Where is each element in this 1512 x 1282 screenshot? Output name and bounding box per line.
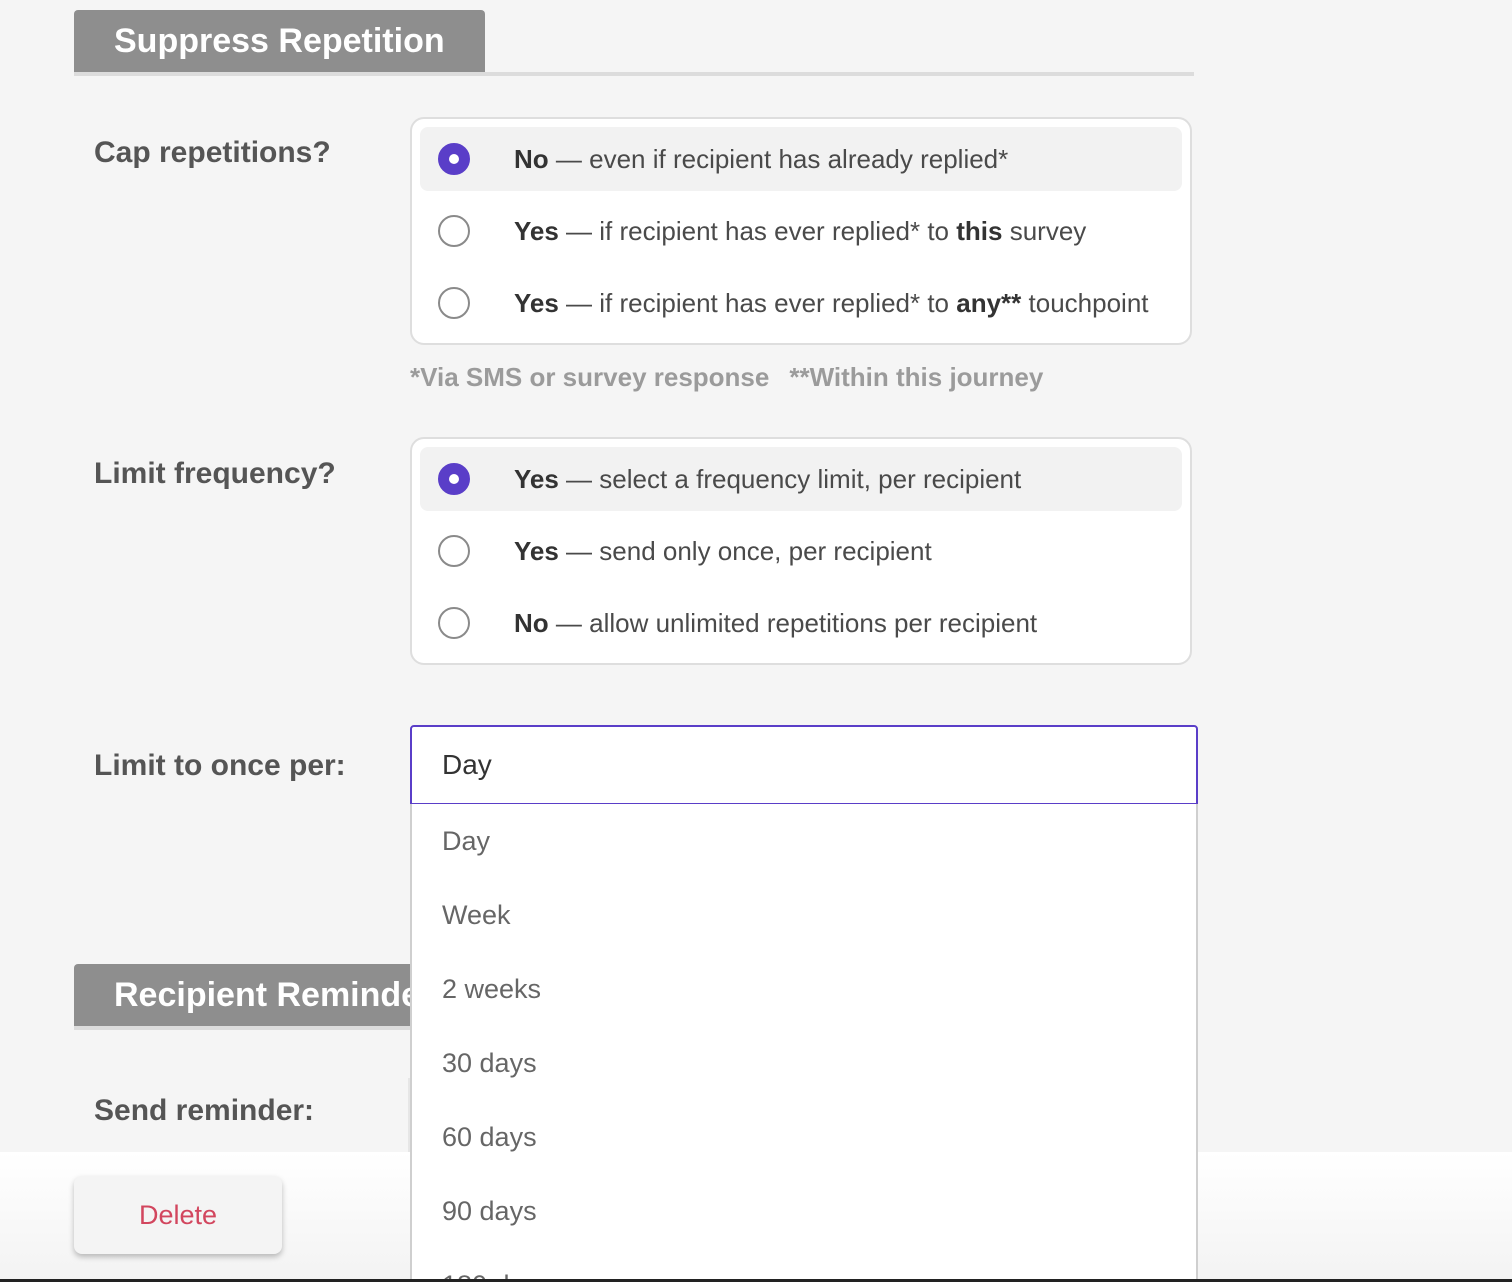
option-lead: Yes (514, 215, 559, 246)
option-text: — select a frequency limit, per recipien… (558, 463, 1022, 494)
cap-option-no[interactable]: No — even if recipient has already repli… (420, 127, 1182, 191)
frequency-option-select-limit[interactable]: Yes — select a frequency limit, per reci… (420, 447, 1182, 511)
dropdown-option[interactable]: 60 days (412, 1100, 1196, 1174)
limit-per-label: Limit to once per: (94, 749, 346, 782)
limit-per-dropdown-menu: Day Week 2 weeks 30 days 60 days 90 days… (410, 804, 1198, 1282)
option-lead: No (514, 143, 549, 174)
option-text: — allow unlimited repetitions per recipi… (548, 607, 1038, 638)
cap-option-yes-this-survey[interactable]: Yes — if recipient has ever replied* to … (420, 199, 1182, 263)
radio-unselected-icon[interactable] (438, 287, 470, 319)
radio-unselected-icon[interactable] (438, 607, 470, 639)
option-lead: Yes (514, 287, 559, 318)
radio-unselected-icon[interactable] (438, 535, 470, 567)
dropdown-option[interactable]: 30 days (412, 1026, 1196, 1100)
cap-repetitions-radio-group: No — even if recipient has already repli… (410, 117, 1192, 345)
option-tail: touchpoint (1021, 287, 1149, 318)
option-tail: survey (1002, 215, 1087, 246)
footnote-journey: **Within this journey (789, 362, 1044, 392)
frequency-option-once[interactable]: Yes — send only once, per recipient (420, 519, 1182, 583)
radio-unselected-icon[interactable] (438, 215, 470, 247)
section-title-reminders: Recipient Reminders (74, 964, 414, 1026)
dropdown-option[interactable]: 180 days (412, 1248, 1196, 1282)
cap-footnotes: *Via SMS or survey response **Within this… (410, 362, 1043, 393)
option-text: — even if recipient has already replied* (548, 143, 1009, 174)
dropdown-option[interactable]: 90 days (412, 1174, 1196, 1248)
delete-button[interactable]: Delete (74, 1176, 282, 1254)
dropdown-option[interactable]: Week (412, 878, 1196, 952)
limit-frequency-label: Limit frequency? (94, 457, 336, 490)
frequency-option-unlimited[interactable]: No — allow unlimited repetitions per rec… (420, 591, 1182, 655)
radio-selected-icon[interactable] (438, 463, 470, 495)
option-emphasis: this (956, 215, 1003, 246)
suppress-repetition-header: Suppress Repetition (74, 10, 1194, 76)
option-lead: No (514, 607, 549, 638)
footnote-sms: *Via SMS or survey response (410, 362, 770, 392)
limit-frequency-radio-group: Yes — select a frequency limit, per reci… (410, 437, 1192, 665)
cap-option-yes-any-touchpoint[interactable]: Yes — if recipient has ever replied* to … (420, 271, 1182, 335)
limit-per-select[interactable]: Day (410, 725, 1198, 805)
option-text: — if recipient has ever replied* to (558, 287, 957, 318)
option-lead: Yes (514, 535, 559, 566)
option-text: — send only once, per recipient (558, 535, 932, 566)
send-reminder-label: Send reminder: (94, 1094, 315, 1127)
option-text: — if recipient has ever replied* to (558, 215, 957, 246)
radio-selected-icon[interactable] (438, 143, 470, 175)
section-title-suppress: Suppress Repetition (74, 10, 485, 72)
dropdown-option[interactable]: Day (412, 804, 1196, 878)
section-divider (74, 72, 1194, 76)
cap-repetitions-label: Cap repetitions? (94, 136, 331, 169)
option-emphasis: any** (956, 287, 1022, 318)
dropdown-option[interactable]: 2 weeks (412, 952, 1196, 1026)
option-lead: Yes (514, 463, 559, 494)
